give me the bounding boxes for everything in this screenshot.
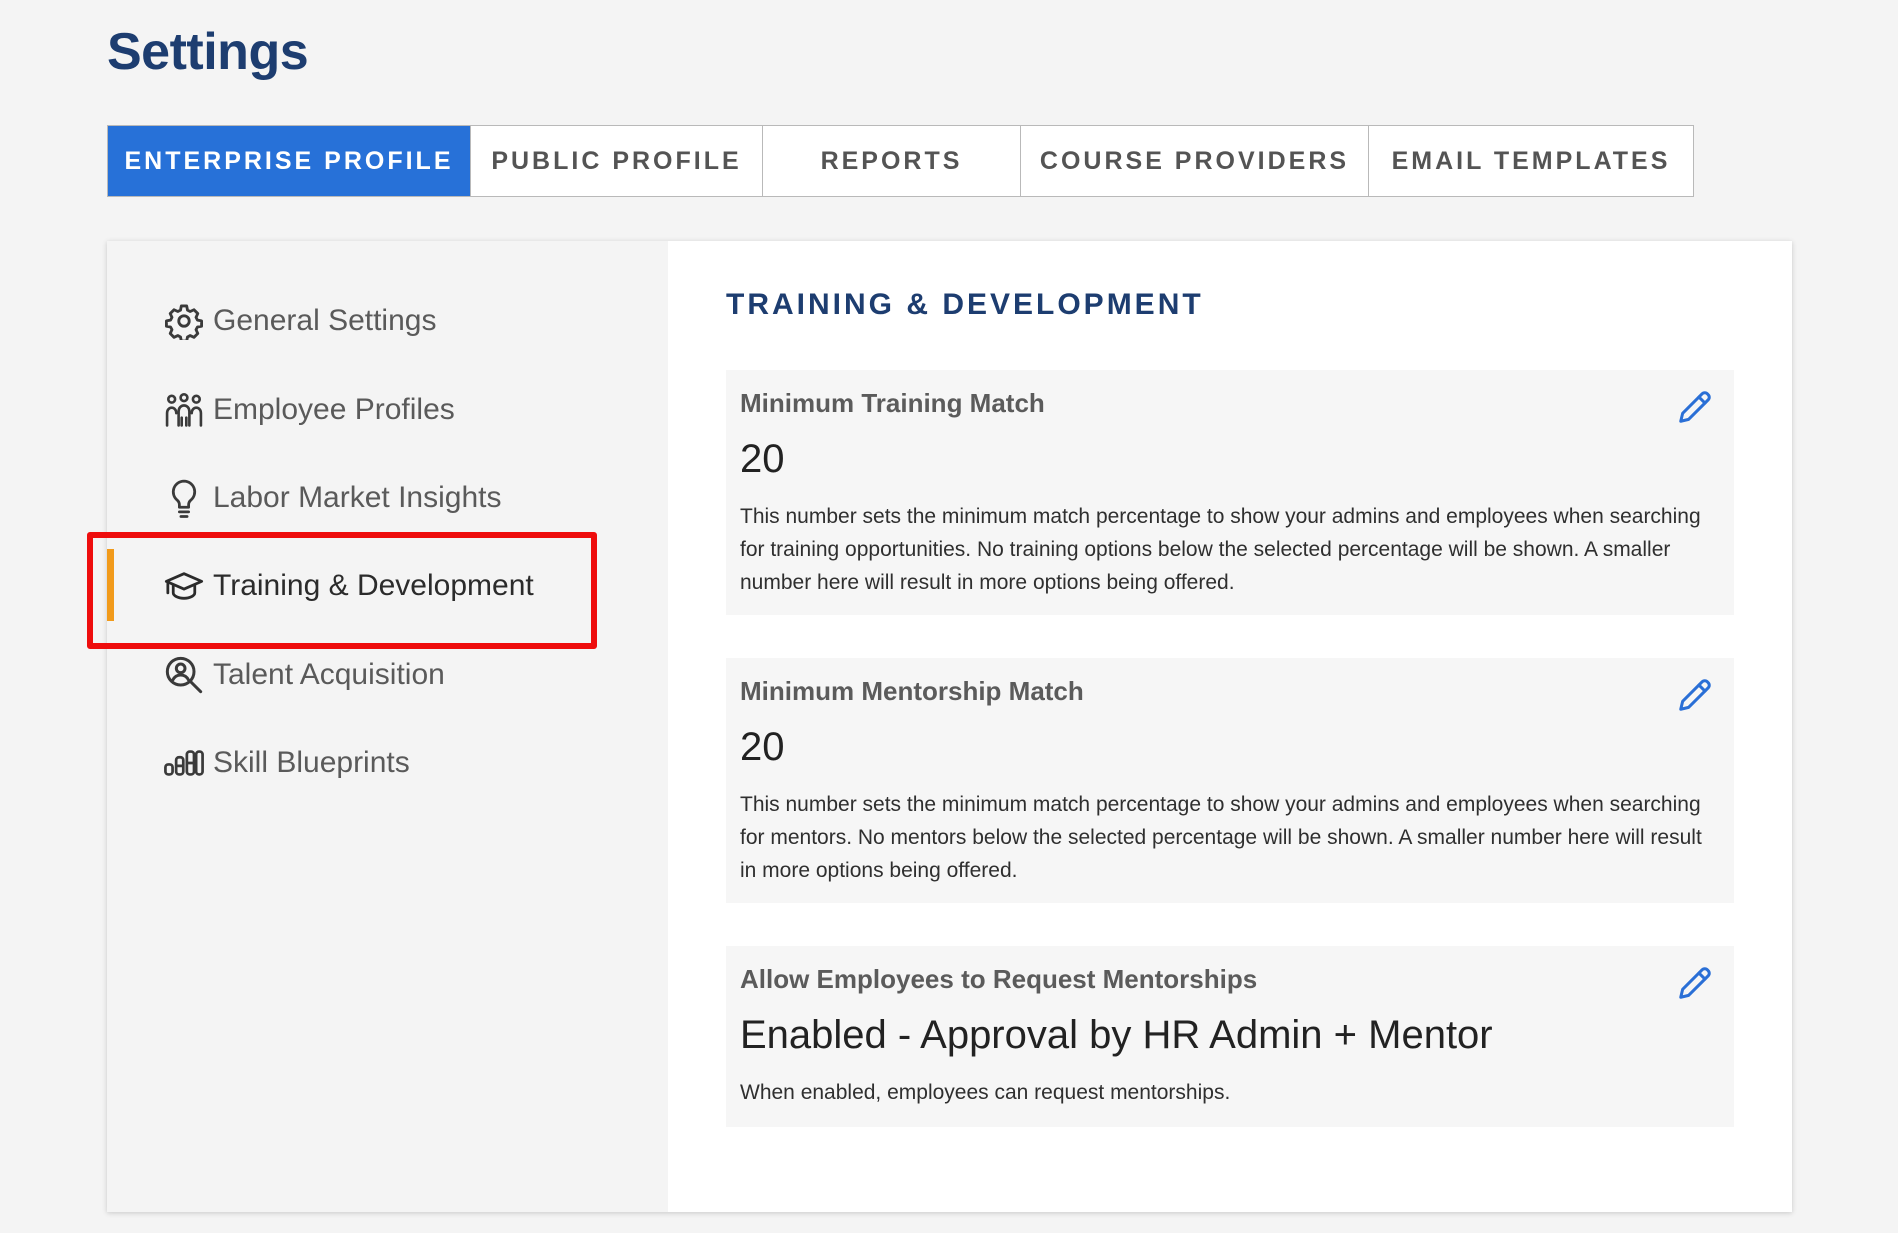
settings-sidebar: General Settings Employee Profiles Labor…: [87, 241, 668, 1212]
people-icon: [164, 390, 204, 430]
sidebar-item-labor-market-insights[interactable]: Labor Market Insights: [164, 473, 501, 523]
section-title: TRAINING & DEVELOPMENT: [726, 288, 1204, 321]
sidebar-item-label: General Settings: [213, 304, 437, 337]
lightbulb-icon: [164, 478, 204, 518]
page-title: Settings: [107, 23, 309, 81]
setting-description: This number sets the minimum match perce…: [740, 793, 1702, 882]
edit-minimum-training-match-button[interactable]: [1676, 388, 1714, 426]
pencil-icon: [1679, 679, 1711, 711]
setting-label: Minimum Mentorship Match: [740, 676, 1084, 706]
sidebar-item-label: Talent Acquisition: [213, 658, 445, 691]
settings-card: General Settings Employee Profiles Labor…: [87, 241, 1792, 1212]
person-search-icon: [164, 655, 204, 695]
edit-minimum-mentorship-match-button[interactable]: [1676, 676, 1714, 714]
sidebar-item-label: Skill Blueprints: [213, 746, 410, 779]
pencil-icon: [1679, 967, 1711, 999]
bar-levels-icon: [164, 743, 204, 783]
sidebar-item-talent-acquisition[interactable]: Talent Acquisition: [164, 650, 445, 700]
sidebar-item-label: Employee Profiles: [213, 393, 455, 426]
setting-minimum-mentorship-match: Minimum Mentorship Match 20 This number …: [726, 658, 1734, 903]
graduation-cap-icon: [164, 566, 204, 606]
sidebar-item-training-development[interactable]: Training & Development: [164, 561, 534, 611]
sidebar-item-label: Training & Development: [213, 569, 534, 602]
setting-value: 20: [740, 725, 785, 769]
setting-description: When enabled, employees can request ment…: [740, 1081, 1231, 1104]
setting-value: Enabled - Approval by HR Admin + Mentor: [740, 1013, 1493, 1057]
settings-tabs: ENTERPRISE PROFILE PUBLIC PROFILE REPORT…: [107, 125, 1694, 197]
tab-course-providers[interactable]: COURSE PROVIDERS: [1021, 126, 1369, 196]
setting-label: Allow Employees to Request Mentorships: [740, 964, 1258, 994]
sidebar-item-label: Labor Market Insights: [213, 481, 502, 514]
setting-minimum-training-match: Minimum Training Match 20 This number se…: [726, 370, 1734, 615]
sidebar-item-general-settings[interactable]: General Settings: [164, 296, 436, 346]
settings-content: TRAINING & DEVELOPMENT Minimum Training …: [668, 241, 1792, 1212]
setting-description: This number sets the minimum match perce…: [740, 505, 1701, 594]
setting-label: Minimum Training Match: [740, 388, 1045, 418]
tab-reports[interactable]: REPORTS: [763, 126, 1021, 196]
edit-allow-mentorship-requests-button[interactable]: [1676, 964, 1714, 1002]
tab-enterprise-profile[interactable]: ENTERPRISE PROFILE: [108, 126, 471, 196]
setting-allow-mentorship-requests: Allow Employees to Request Mentorships E…: [726, 946, 1734, 1127]
setting-value: 20: [740, 437, 785, 481]
active-item-indicator: [107, 549, 114, 621]
tab-email-templates[interactable]: EMAIL TEMPLATES: [1369, 126, 1693, 196]
gear-icon: [164, 301, 204, 341]
sidebar-item-skill-blueprints[interactable]: Skill Blueprints: [164, 738, 410, 788]
sidebar-item-employee-profiles[interactable]: Employee Profiles: [164, 385, 455, 435]
pencil-icon: [1679, 391, 1711, 423]
tab-public-profile[interactable]: PUBLIC PROFILE: [471, 126, 763, 196]
